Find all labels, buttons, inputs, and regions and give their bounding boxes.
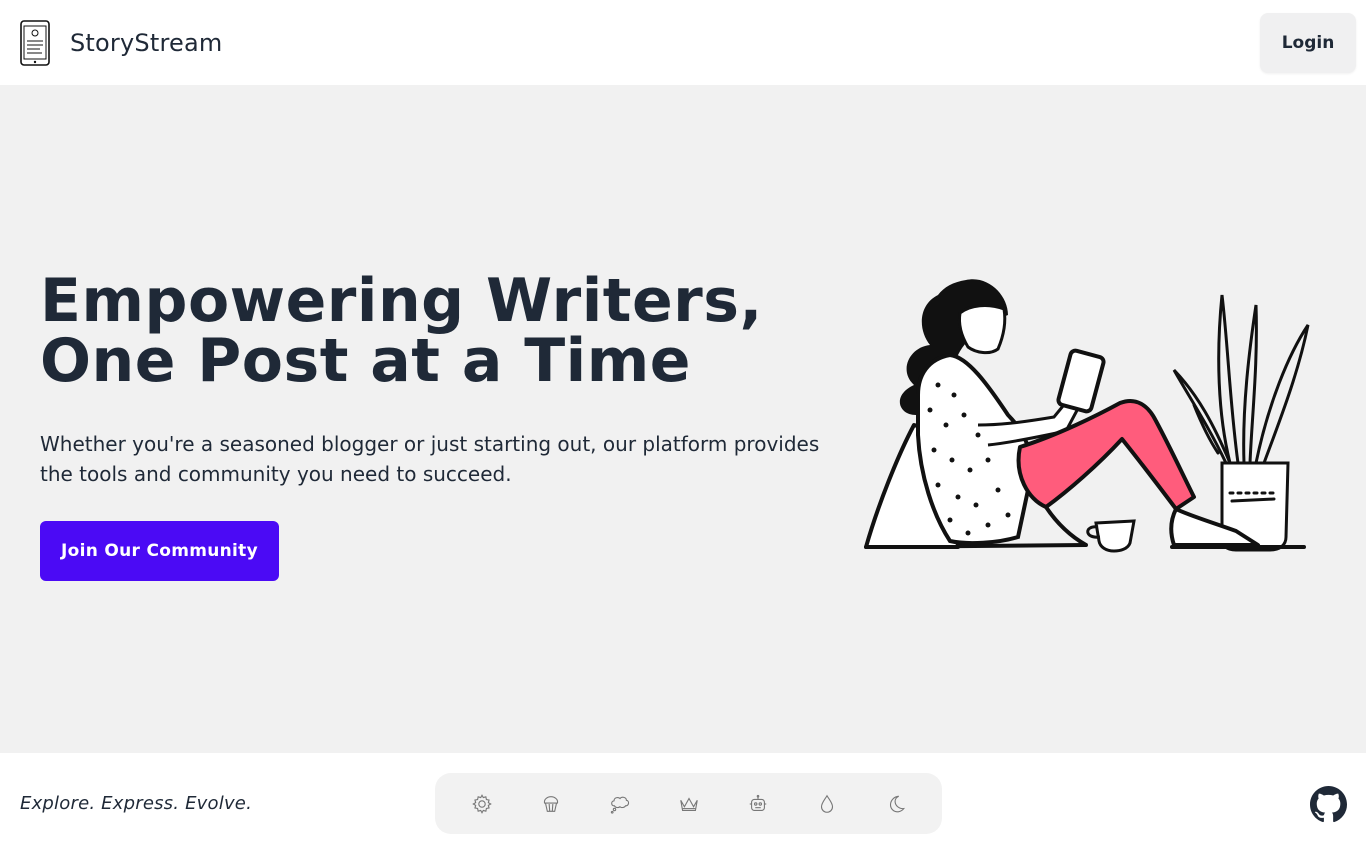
tablet-logo-icon: [18, 19, 52, 67]
theme-switcher: [435, 773, 942, 834]
footer: Explore. Express. Evolve.: [0, 753, 1366, 854]
github-icon[interactable]: [1310, 786, 1347, 823]
brand-name: StoryStream: [70, 28, 223, 57]
robot-icon[interactable]: [736, 782, 780, 826]
join-community-button[interactable]: Join Our Community: [40, 521, 279, 581]
thought-bubble-icon[interactable]: [598, 782, 642, 826]
hero-text: Empowering Writers, One Post at a Time W…: [40, 271, 840, 581]
crown-icon[interactable]: [667, 782, 711, 826]
hero-section: Empowering Writers, One Post at a Time W…: [0, 85, 1366, 753]
cupcake-icon[interactable]: [529, 782, 573, 826]
brand[interactable]: StoryStream: [18, 0, 222, 85]
login-button[interactable]: Login: [1260, 12, 1356, 73]
hero-title: Empowering Writers, One Post at a Time: [40, 271, 840, 391]
reading-woman-illustration: [858, 275, 1318, 565]
hero-title-line2: One Post at a Time: [40, 326, 691, 396]
moon-icon[interactable]: [874, 782, 918, 826]
droplet-icon[interactable]: [805, 782, 849, 826]
gear-icon[interactable]: [460, 782, 504, 826]
hero-subtitle: Whether you're a seasoned blogger or jus…: [40, 432, 820, 486]
footer-tagline: Explore. Express. Evolve.: [20, 793, 252, 814]
navbar: StoryStream Login: [0, 0, 1366, 85]
